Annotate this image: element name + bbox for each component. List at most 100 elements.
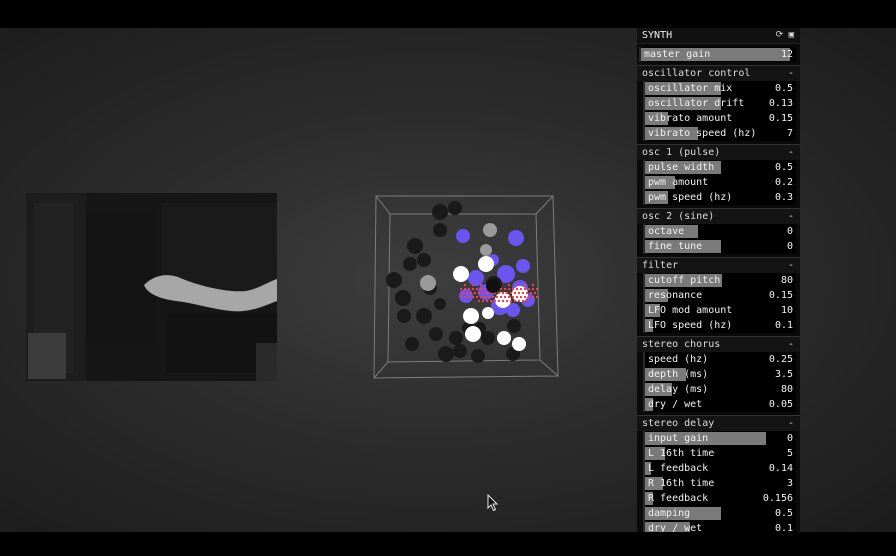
slider-damping[interactable]: damping 0.5 xyxy=(643,506,796,521)
group-header[interactable]: oscillator control - xyxy=(637,65,800,81)
slider-value: 12 xyxy=(780,49,793,60)
slider-label: octave xyxy=(648,226,685,237)
slider-depth-ms[interactable]: depth (ms) 3.5 xyxy=(643,367,796,382)
slider-label: pwm speed (hz) xyxy=(648,192,733,203)
slider-fine-tune[interactable]: fine tune 0 xyxy=(643,239,796,254)
save-icon[interactable]: ▣ xyxy=(789,30,794,40)
slider-label: R feedback xyxy=(648,493,709,504)
mouse-cursor-icon xyxy=(487,494,499,512)
slider-value: 0 xyxy=(786,241,793,252)
group-header[interactable]: stereo delay - xyxy=(637,415,800,431)
synth-panel: SYNTH ⟳ ▣ master gain 12 oscillator contr… xyxy=(637,28,800,532)
slider-cutoff-pitch[interactable]: cutoff pitch 80 xyxy=(643,273,796,288)
slider-oscillator-drift[interactable]: oscillator drift 0.13 xyxy=(643,96,796,111)
group-stereo-delay: stereo delay - input gain 0 L 16th time 5 L fe… xyxy=(637,415,800,532)
slider-label: dry / wet xyxy=(648,523,703,532)
slider-value: 7 xyxy=(786,128,793,139)
group-title: osc 2 (sine) xyxy=(642,211,715,222)
slider-label: master gain xyxy=(644,49,711,60)
slider-l-16th-time[interactable]: L 16th time 5 xyxy=(643,446,796,461)
slider-label: speed (hz) xyxy=(648,354,709,365)
particle-cube-view xyxy=(373,195,559,379)
slider-value: 3.5 xyxy=(774,369,793,380)
slider-label: oscillator mix xyxy=(648,83,733,94)
slider-value: 0.2 xyxy=(774,177,793,188)
slider-speed-hz[interactable]: speed (hz) 0.25 xyxy=(643,352,796,367)
slider-value: 0.14 xyxy=(768,463,793,474)
slider-label: pwm amount xyxy=(648,177,709,188)
slider-label: L feedback xyxy=(648,463,709,474)
slider-label: damping xyxy=(648,508,691,519)
slider-lfo-speed-hz[interactable]: LFO speed (hz) 0.1 xyxy=(643,318,796,333)
slider-dry-wet[interactable]: dry / wet 0.1 xyxy=(643,521,796,532)
slider-label: vibrato amount xyxy=(648,113,733,124)
slider-oscillator-mix[interactable]: oscillator mix 0.5 xyxy=(643,81,796,96)
slider-pwm-speed-hz[interactable]: pwm speed (hz) 0.3 xyxy=(643,190,796,205)
slider-value: 0.15 xyxy=(768,113,793,124)
slider-value: 0.5 xyxy=(774,508,793,519)
slider-value: 0 xyxy=(786,226,793,237)
slider-delay-ms[interactable]: delay (ms) 80 xyxy=(643,382,796,397)
slider-label: cutoff pitch xyxy=(648,275,721,286)
slider-label: vibrato speed (hz) xyxy=(648,128,757,139)
collapse-icon[interactable]: - xyxy=(788,258,794,273)
group-title: filter xyxy=(642,260,679,271)
slider-value: 0.1 xyxy=(774,320,793,331)
slider-value: 0.1 xyxy=(774,523,793,532)
slider-value: 0.3 xyxy=(774,192,793,203)
slider-label: LFO speed (hz) xyxy=(648,320,733,331)
slider-l-feedback[interactable]: L feedback 0.14 xyxy=(643,461,796,476)
collapse-icon[interactable]: - xyxy=(788,337,794,352)
group-title: stereo delay xyxy=(642,418,715,429)
refresh-icon[interactable]: ⟳ xyxy=(776,30,784,40)
group-osc-1-pulse: osc 1 (pulse) - pulse width 0.5 pwm amount 0.… xyxy=(637,144,800,208)
slider-master-gain[interactable]: master gain 12 xyxy=(639,47,796,62)
slider-value: 0.5 xyxy=(774,162,793,173)
group-header[interactable]: osc 1 (pulse) - xyxy=(637,144,800,160)
slider-label: pulse width xyxy=(648,162,715,173)
slider-value: 10 xyxy=(780,305,793,316)
slider-label: dry / wet xyxy=(648,399,703,410)
slider-lfo-mod-amount[interactable]: LFO mod amount 10 xyxy=(643,303,796,318)
group-oscillator-control: oscillator control - oscillator mix 0.5 osci… xyxy=(637,65,800,144)
slider-pulse-width[interactable]: pulse width 0.5 xyxy=(643,160,796,175)
slider-label: depth (ms) xyxy=(648,369,709,380)
slider-label: resonance xyxy=(648,290,703,301)
slider-value: 0.25 xyxy=(768,354,793,365)
slider-value: 0 xyxy=(786,433,793,444)
visualizer-stage: SYNTH ⟳ ▣ master gain 12 oscillator contr… xyxy=(0,28,896,532)
collapse-icon[interactable]: - xyxy=(788,416,794,431)
slider-input-gain[interactable]: input gain 0 xyxy=(643,431,796,446)
slider-vibrato-speed-hz[interactable]: vibrato speed (hz) 7 xyxy=(643,126,796,141)
panel-title: SYNTH xyxy=(642,30,673,41)
slider-value: 0.13 xyxy=(768,98,793,109)
slider-value: 80 xyxy=(780,384,793,395)
slider-value: 80 xyxy=(780,275,793,286)
slider-label: fine tune xyxy=(648,241,703,252)
slider-label: delay (ms) xyxy=(648,384,709,395)
slider-resonance[interactable]: resonance 0.15 xyxy=(643,288,796,303)
group-title: osc 1 (pulse) xyxy=(642,147,721,158)
group-header[interactable]: filter - xyxy=(637,257,800,273)
group-osc-2-sine: osc 2 (sine) - octave 0 fine tune 0 xyxy=(637,208,800,257)
group-filter: filter - cutoff pitch 80 resonance 0.15 LFO mo… xyxy=(637,257,800,336)
slider-label: LFO mod amount xyxy=(648,305,733,316)
slider-value: 0.05 xyxy=(768,399,793,410)
slider-pwm-amount[interactable]: pwm amount 0.2 xyxy=(643,175,796,190)
collapse-icon[interactable]: - xyxy=(788,209,794,224)
slider-value: 5 xyxy=(786,448,793,459)
slider-dry-wet[interactable]: dry / wet 0.05 xyxy=(643,397,796,412)
slider-octave[interactable]: octave 0 xyxy=(643,224,796,239)
slider-value: 3 xyxy=(786,478,793,489)
collapse-icon[interactable]: - xyxy=(788,66,794,81)
collapse-icon[interactable]: - xyxy=(788,145,794,160)
slider-r-16th-time[interactable]: R 16th time 3 xyxy=(643,476,796,491)
group-header[interactable]: osc 2 (sine) - xyxy=(637,208,800,224)
slider-label: input gain xyxy=(648,433,709,444)
slider-label: L 16th time xyxy=(648,448,715,459)
group-title: stereo chorus xyxy=(642,339,721,350)
slider-vibrato-amount[interactable]: vibrato amount 0.15 xyxy=(643,111,796,126)
group-header[interactable]: stereo chorus - xyxy=(637,336,800,352)
slider-r-feedback[interactable]: R feedback 0.156 xyxy=(643,491,796,506)
group-title: oscillator control xyxy=(642,68,751,79)
